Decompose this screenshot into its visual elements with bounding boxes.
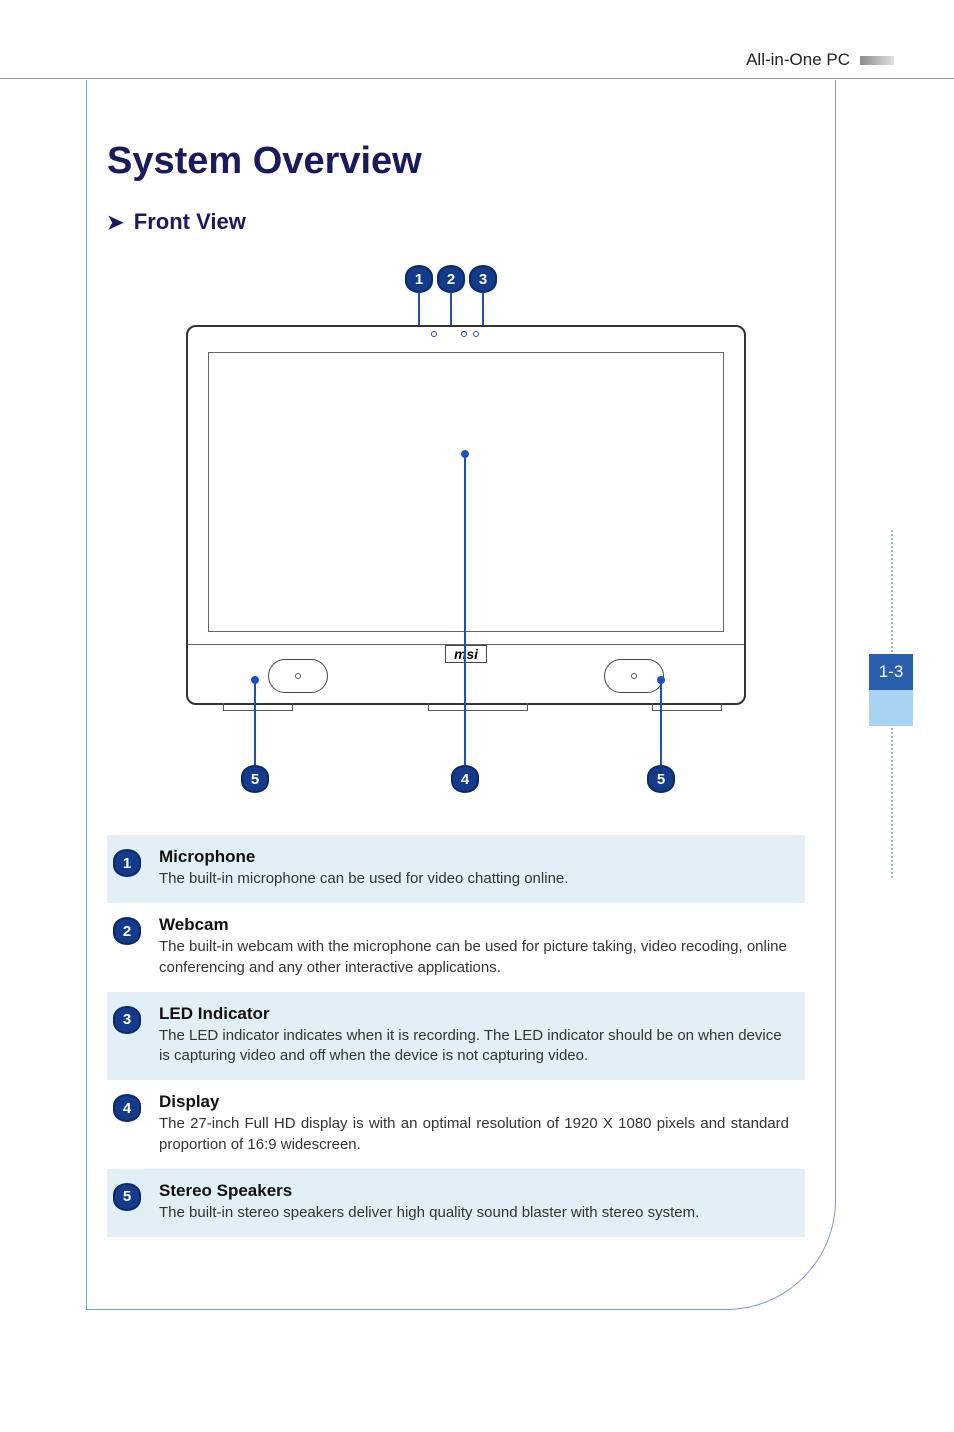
- feature-title: Microphone: [159, 847, 789, 867]
- feature-desc: The built-in stereo speakers deliver hig…: [159, 1203, 789, 1223]
- feature-title: LED Indicator: [159, 1004, 789, 1024]
- feature-title: Webcam: [159, 915, 789, 935]
- header-bar-icon: [860, 56, 894, 65]
- chevron-right-icon: ➤: [107, 210, 124, 235]
- monitor-outline: msi: [186, 325, 746, 705]
- feature-list: 1 MicrophoneThe built-in microphone can b…: [107, 835, 805, 1237]
- callout-3-icon: 3: [469, 265, 497, 293]
- feature-number-icon: 4: [113, 1094, 141, 1122]
- feature-number-icon: 2: [113, 917, 141, 945]
- led-dot-icon: [473, 331, 479, 337]
- leader-line: [660, 681, 662, 767]
- callout-5-icon: 5: [241, 765, 269, 793]
- feature-desc: The built-in webcam with the microphone …: [159, 937, 789, 978]
- product-label: All-in-One PC: [746, 50, 850, 70]
- brand-logo: msi: [445, 645, 487, 663]
- callout-4-icon: 4: [451, 765, 479, 793]
- side-dots-bot: [891, 728, 893, 878]
- callout-5-icon: 5: [647, 765, 675, 793]
- feature-body: MicrophoneThe built-in microphone can be…: [159, 847, 789, 889]
- feature-body: LED IndicatorThe LED indicator indicates…: [159, 1004, 789, 1067]
- feature-desc: The LED indicator indicates when it is r…: [159, 1026, 789, 1067]
- feature-item: 5 Stereo SpeakersThe built-in stereo spea…: [107, 1169, 805, 1237]
- feature-item: 4 DisplayThe 27-inch Full HD display is w…: [107, 1080, 805, 1169]
- top-rule: [0, 78, 954, 79]
- feature-item: 2 WebcamThe built-in webcam with the micr…: [107, 903, 805, 992]
- feature-title: Display: [159, 1092, 789, 1112]
- feature-item: 3 LED IndicatorThe LED indicator indicate…: [107, 992, 805, 1081]
- feature-body: DisplayThe 27-inch Full HD display is wi…: [159, 1092, 789, 1155]
- feature-body: WebcamThe built-in webcam with the micro…: [159, 915, 789, 978]
- page-frame: System Overview ➤ Front View 1 2 3 msi: [86, 80, 836, 1310]
- callout-2-icon: 2: [437, 265, 465, 293]
- feature-desc: The 27-inch Full HD display is with an o…: [159, 1114, 789, 1155]
- feature-number-icon: 5: [113, 1183, 141, 1211]
- front-view-diagram: 1 2 3 msi: [131, 245, 781, 805]
- callout-1-icon: 1: [405, 265, 433, 293]
- speaker-right-icon: [604, 659, 664, 693]
- speaker-left-icon: [268, 659, 328, 693]
- feature-number-icon: 1: [113, 849, 141, 877]
- feature-item: 1 MicrophoneThe built-in microphone can b…: [107, 835, 805, 903]
- feature-body: Stereo SpeakersThe built-in stereo speak…: [159, 1181, 789, 1223]
- microphone-dot-icon: [431, 331, 437, 337]
- page-number-tab: 1-3: [869, 654, 913, 690]
- screen-area: [208, 352, 724, 632]
- feature-number-icon: 3: [113, 1006, 141, 1034]
- section-title: Front View: [134, 209, 246, 235]
- header: All-in-One PC: [0, 50, 954, 70]
- page-number-tab-light: [869, 690, 913, 726]
- side-dots-top: [891, 530, 893, 652]
- feature-desc: The built-in microphone can be used for …: [159, 869, 789, 889]
- webcam-dot-icon: [461, 331, 467, 337]
- leader-line: [464, 455, 466, 765]
- feature-title: Stereo Speakers: [159, 1181, 789, 1201]
- leader-line: [254, 681, 256, 767]
- page-title: System Overview: [107, 140, 805, 183]
- subtitle-row: ➤ Front View: [107, 209, 805, 235]
